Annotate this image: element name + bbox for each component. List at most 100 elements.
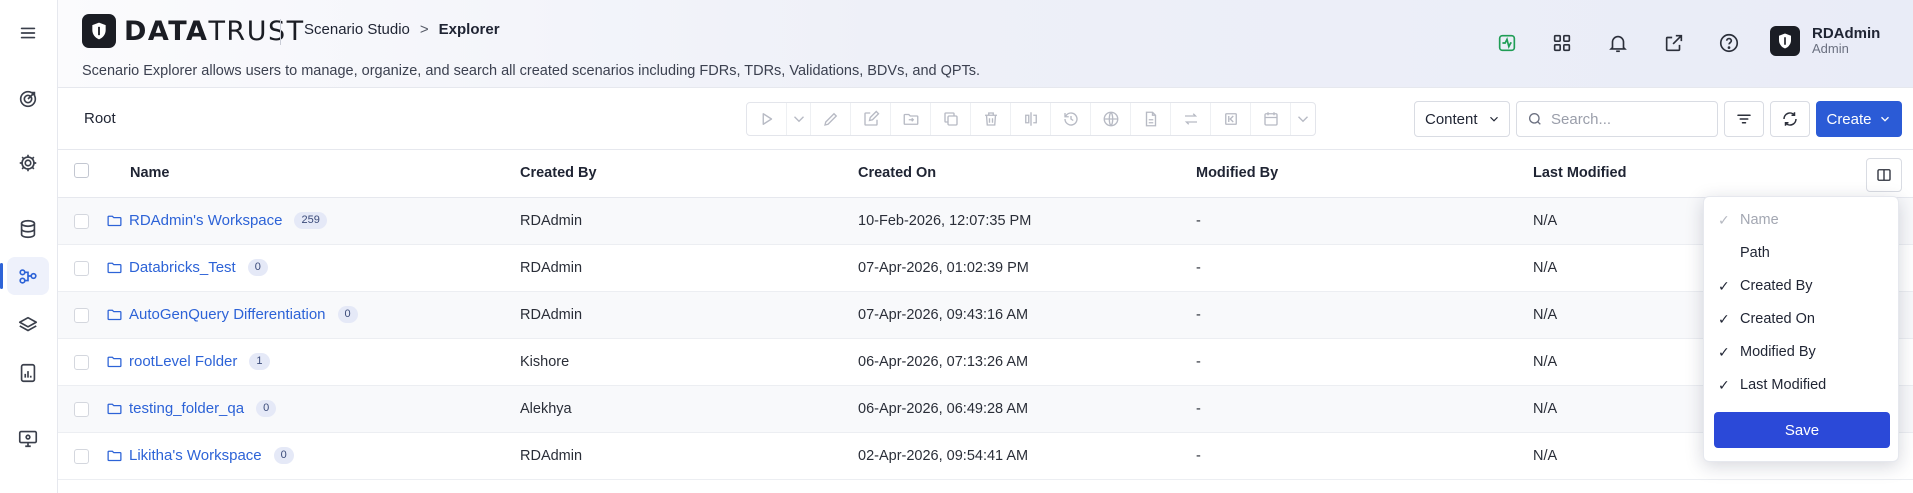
column-header-created-on[interactable]: Created On [858, 165, 936, 181]
folder-icon [106, 212, 123, 229]
name-cell[interactable]: AutoGenQuery Differentiation 0 [106, 306, 358, 323]
column-option-label: Created On [1740, 310, 1815, 327]
folder-name-link[interactable]: testing_folder_qa [129, 400, 244, 417]
row-checkbox[interactable] [74, 355, 89, 370]
refresh-button[interactable] [1770, 101, 1810, 137]
search-box [1516, 101, 1718, 137]
folder-name-link[interactable]: AutoGenQuery Differentiation [129, 306, 326, 323]
name-cell[interactable]: RDAdmin's Workspace 259 [106, 212, 327, 229]
column-header-name[interactable]: Name [130, 165, 170, 181]
name-cell[interactable]: rootLevel Folder 1 [106, 353, 270, 370]
user-menu[interactable]: RDAdmin Admin [1770, 26, 1880, 56]
swap-icon[interactable] [1171, 103, 1211, 135]
column-visibility-menu: ✓ Name Path ✓ Created By ✓ Created On ✓ Modified… [1703, 196, 1899, 462]
column-option-label: Path [1740, 244, 1770, 261]
edit-icon[interactable] [851, 103, 891, 135]
compare-icon[interactable] [1011, 103, 1051, 135]
check-icon: ✓ [1718, 278, 1730, 294]
folder-name-link[interactable]: rootLevel Folder [129, 353, 237, 370]
help-icon[interactable] [1716, 30, 1742, 56]
activity-icon[interactable] [1494, 30, 1520, 56]
table-row[interactable]: rootLevel Folder 1 Kishore 06-Apr-2026, 07:… [58, 339, 1913, 386]
modified-by-cell: - [1196, 401, 1201, 417]
column-option-created-on[interactable]: ✓ Created On [1704, 302, 1898, 335]
monitor-icon[interactable] [7, 419, 49, 457]
content-type-select[interactable]: Content [1414, 101, 1510, 137]
trash-icon[interactable] [971, 103, 1011, 135]
select-all-checkbox[interactable] [74, 163, 89, 178]
external-link-icon[interactable] [1661, 30, 1687, 56]
workflow-icon[interactable] [0, 257, 49, 295]
move-folder-icon[interactable] [891, 103, 931, 135]
brand-name: DATATRUST [124, 15, 305, 47]
menu-icon[interactable] [7, 14, 49, 52]
column-option-path[interactable]: Path [1704, 236, 1898, 269]
skip-back-icon[interactable] [1211, 103, 1251, 135]
column-option-created-by[interactable]: ✓ Created By [1704, 269, 1898, 302]
history-icon[interactable] [1051, 103, 1091, 135]
item-count-badge: 0 [337, 306, 358, 323]
filter-button[interactable] [1724, 101, 1764, 137]
name-cell[interactable]: Databricks_Test 0 [106, 259, 268, 276]
search-icon [1529, 113, 1541, 125]
breadcrumb-parent[interactable]: Scenario Studio [304, 21, 410, 38]
header-divider [280, 19, 281, 45]
table-row[interactable]: RDAdmin's Workspace 259 RDAdmin 10-Feb-2026… [58, 198, 1913, 245]
folder-name-link[interactable]: Databricks_Test [129, 259, 236, 276]
create-button-label: Create [1826, 110, 1872, 128]
column-option-label: Last Modified [1740, 376, 1827, 393]
copy-icon[interactable] [931, 103, 971, 135]
save-columns-button[interactable]: Save [1714, 412, 1890, 448]
calendar-chevron-down-icon[interactable] [1291, 103, 1315, 135]
last-modified-cell: N/A [1533, 354, 1558, 370]
row-checkbox[interactable] [74, 261, 89, 276]
row-checkbox[interactable] [74, 214, 89, 229]
folder-name-link[interactable]: RDAdmin's Workspace [129, 212, 282, 229]
name-cell[interactable]: testing_folder_qa 0 [106, 400, 277, 417]
database-icon[interactable] [7, 210, 49, 248]
created-by-cell: RDAdmin [520, 448, 583, 464]
chevron-down-icon[interactable] [787, 103, 811, 135]
document-icon[interactable] [1131, 103, 1171, 135]
pencil-icon[interactable] [811, 103, 851, 135]
folder-icon [106, 306, 123, 323]
layers-icon[interactable] [7, 306, 49, 344]
row-checkbox[interactable] [74, 308, 89, 323]
created-by-cell: Kishore [520, 354, 570, 370]
modified-by-cell: - [1196, 213, 1201, 229]
column-header-created-by[interactable]: Created By [520, 165, 597, 181]
globe-icon[interactable] [1091, 103, 1131, 135]
check-icon: ✓ [1718, 377, 1730, 393]
calendar-icon[interactable] [1251, 103, 1291, 135]
column-settings-button[interactable] [1866, 158, 1902, 192]
row-checkbox[interactable] [74, 402, 89, 417]
brand-logo[interactable]: DATATRUST [82, 14, 305, 48]
bell-icon[interactable] [1605, 30, 1631, 56]
app-header: DATATRUST Scenario Studio > Explorer Sce… [58, 0, 1913, 88]
name-cell[interactable]: Likitha's Workspace 0 [106, 447, 294, 464]
item-count-badge: 0 [247, 259, 268, 276]
report-icon[interactable] [7, 354, 49, 392]
table-row[interactable]: AutoGenQuery Differentiation 0 RDAdmin 07-A… [58, 292, 1913, 339]
apps-grid-icon[interactable] [1549, 30, 1575, 56]
gear-icon[interactable] [7, 144, 49, 182]
column-header-modified-by[interactable]: Modified By [1196, 165, 1278, 181]
table-row[interactable]: Likitha's Workspace 0 RDAdmin 02-Apr-2026, … [58, 433, 1913, 480]
table-row[interactable]: Databricks_Test 0 RDAdmin 07-Apr-2026, 01:0… [58, 245, 1913, 292]
column-option-modified-by[interactable]: ✓ Modified By [1704, 335, 1898, 368]
row-checkbox[interactable] [74, 449, 89, 464]
avatar [1770, 26, 1800, 56]
column-option-last-modified[interactable]: ✓ Last Modified [1704, 368, 1898, 401]
folder-icon [106, 259, 123, 276]
run-icon[interactable] [747, 103, 787, 135]
search-input[interactable] [1551, 110, 1711, 128]
created-on-cell: 07-Apr-2026, 01:02:39 PM [858, 260, 1029, 276]
created-on-cell: 06-Apr-2026, 07:13:26 AM [858, 354, 1029, 370]
create-button[interactable]: Create [1816, 101, 1902, 137]
column-header-last-modified[interactable]: Last Modified [1533, 165, 1626, 181]
target-icon[interactable] [7, 80, 49, 118]
folder-name-link[interactable]: Likitha's Workspace [129, 447, 262, 464]
breadcrumb: Scenario Studio > Explorer [304, 21, 500, 38]
column-option-label: Created By [1740, 277, 1813, 294]
table-row[interactable]: testing_folder_qa 0 Alekhya 06-Apr-2026, 06… [58, 386, 1913, 433]
